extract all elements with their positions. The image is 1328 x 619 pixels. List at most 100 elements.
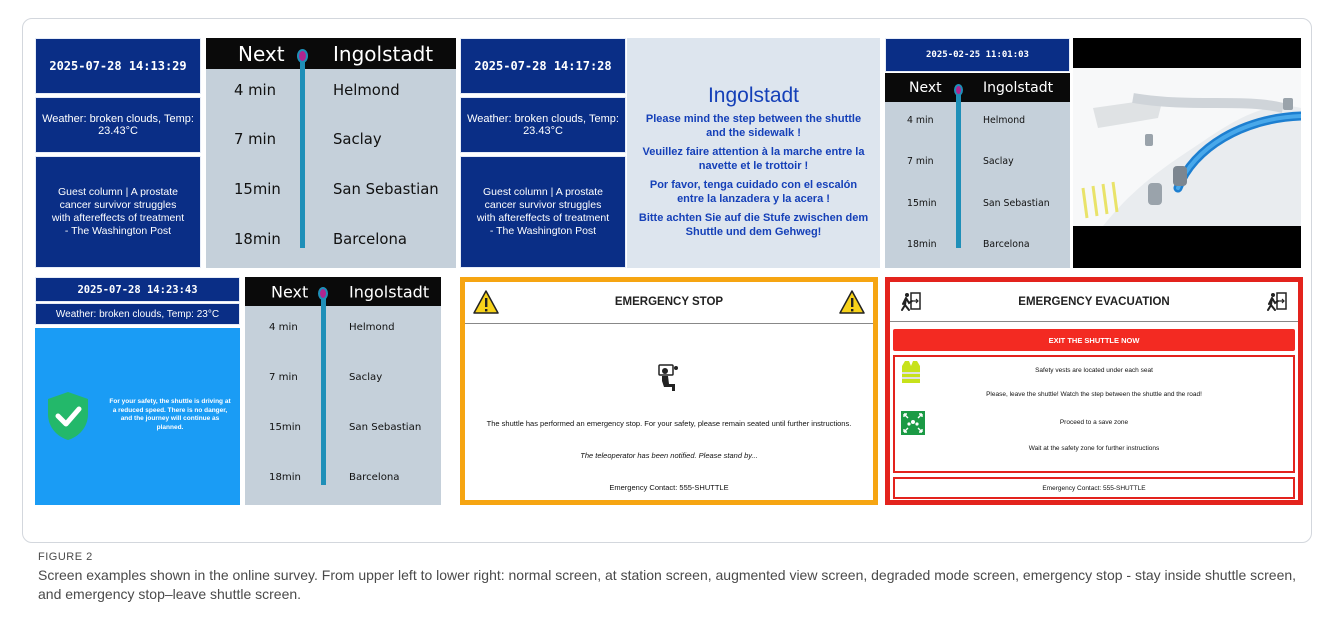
- emergency-contact: Emergency Contact: 555-SHUTTLE: [1042, 484, 1146, 492]
- leave-shuttle-text: Please, leave the shuttle! Watch the ste…: [986, 391, 1202, 398]
- stop-eta: 15min: [234, 181, 281, 199]
- stop-name: San Sebastian: [983, 197, 1050, 209]
- emergency-exit-icon: [1267, 292, 1287, 311]
- stop-row: 4 min Helmond: [245, 322, 441, 339]
- stop-eta: 7 min: [234, 131, 277, 149]
- station-message: Ingolstadt Please mind the step between …: [627, 38, 880, 268]
- message-en: Please mind the step between the shuttle…: [645, 113, 862, 139]
- stop-name: Saclay: [983, 156, 1014, 168]
- timeline-header: Next Ingolstadt: [245, 277, 441, 306]
- stop-row: 4 min Helmond: [206, 82, 456, 107]
- estop-header: EMERGENCY STOP: [465, 282, 873, 324]
- route-timeline: Next Ingolstadt 4 min Helmond 7 min Saclay 15m…: [245, 277, 441, 505]
- weather-info: Weather: broken clouds, Temp: 23°C: [35, 303, 240, 325]
- stop-row: 18min Barcelona: [885, 239, 1070, 255]
- route-timeline: Next Ingolstadt 4 min Helmond 7 min Saclay 15m…: [206, 38, 456, 268]
- camera-view: [1073, 38, 1301, 268]
- stop-row: 18min Barcelona: [245, 472, 441, 489]
- stop-name: Helmond: [333, 81, 400, 99]
- next-label: Next: [238, 41, 285, 66]
- stop-name: Saclay: [333, 131, 382, 149]
- stop-eta: 4 min: [907, 114, 934, 126]
- timeline-header: Next Ingolstadt: [885, 73, 1070, 102]
- stop-row: 18min Barcelona: [206, 231, 456, 256]
- date-time: 2025-07-28 14:23:43: [35, 277, 240, 302]
- figure-caption: FIGURE 2 Screen examples shown in the on…: [38, 551, 1298, 604]
- teleoperator-message: The teleoperator has been notified. Plea…: [580, 451, 758, 460]
- station-screen: 2025-07-28 14:17:28 Weather: broken clou…: [460, 38, 880, 268]
- stop-row: 15min San Sebastian: [885, 198, 1070, 214]
- destination-label: Ingolstadt: [349, 282, 430, 301]
- stop-eta: 15min: [269, 421, 301, 433]
- current-position-dot: [318, 287, 328, 300]
- stop-row: 15min San Sebastian: [245, 422, 441, 439]
- caption-text: Screen examples shown in the online surv…: [38, 567, 1297, 602]
- stop-name: Helmond: [349, 322, 395, 334]
- route-timeline: Next Ingolstadt 4 min Helmond 7 min Saclay 15m…: [885, 73, 1070, 268]
- timeline-header: Next Ingolstadt: [206, 38, 456, 69]
- destination-label: Ingolstadt: [333, 41, 434, 66]
- stop-eta: 18min: [269, 471, 301, 483]
- message-es: Por favor, tenga cuidado con el escalón …: [649, 179, 858, 205]
- emergency-stop-screen: EMERGENCY STOP The shuttle has performed…: [460, 277, 878, 505]
- contact-box: Emergency Contact: 555-SHUTTLE: [893, 477, 1295, 499]
- augmented-screen: 2025-02-25 11:01:03 Next Ingolstadt 4 min H…: [885, 38, 1301, 268]
- normal-screen: 2025-07-28 14:13:29 Weather: broken clou…: [35, 38, 456, 268]
- stop-eta: 4 min: [234, 81, 277, 99]
- stop-name: San Sebastian: [349, 421, 422, 433]
- figure-frame: 2025-07-28 14:13:29 Weather: broken clou…: [22, 18, 1312, 543]
- news-ticker: Guest column | A prostate cancer survivo…: [460, 156, 626, 268]
- stop-eta: 7 min: [269, 372, 298, 384]
- stop-name: Barcelona: [349, 471, 400, 483]
- stop-name: San Sebastian: [333, 181, 439, 199]
- date-time: 2025-07-28 14:17:28: [460, 38, 626, 94]
- current-position-dot: [953, 83, 963, 96]
- destination-label: Ingolstadt: [983, 79, 1054, 96]
- stop-eta: 18min: [907, 239, 937, 251]
- evac-title: EMERGENCY EVACUATION: [1018, 296, 1170, 308]
- stop-name: Barcelona: [983, 239, 1030, 251]
- message-fr: Veuillez faire attention à la marche ent…: [642, 146, 865, 172]
- stop-row: 7 min Saclay: [885, 156, 1070, 172]
- weather-info: Weather: broken clouds, Temp: 23.43°C: [460, 97, 626, 153]
- stop-eta: 18min: [234, 230, 281, 248]
- stop-row: 7 min Saclay: [245, 372, 441, 389]
- degraded-screen: 2025-07-28 14:23:43 Weather: broken clou…: [35, 277, 441, 505]
- weather-info: Weather: broken clouds, Temp: 23.43°C: [35, 97, 201, 153]
- stop-dot: [245, 305, 257, 319]
- next-label: Next: [271, 282, 309, 301]
- stop-row: 7 min Saclay: [206, 131, 456, 156]
- next-label: Next: [909, 79, 942, 96]
- safe-zone-text: Proceed to a save zone: [1059, 419, 1129, 426]
- emergency-contact: Emergency Contact: 555-SHUTTLE: [609, 483, 729, 492]
- evac-header: EMERGENCY EVACUATION: [890, 282, 1298, 322]
- stop-row: 4 min Helmond: [885, 115, 1070, 131]
- stop-eta: 4 min: [269, 322, 298, 334]
- safety-message-box: For your safety, the shuttle is driving …: [35, 328, 240, 505]
- stop-name: Helmond: [983, 114, 1026, 126]
- exit-shuttle-banner: EXIT THE SHUTTLE NOW: [893, 329, 1295, 351]
- augmented-road-image: [1073, 38, 1301, 268]
- emergency-evacuation-screen: EMERGENCY EVACUATION EXIT THE SHUTTLE NO…: [885, 277, 1303, 505]
- current-position-dot: [296, 48, 308, 63]
- vest-location-text: Safety vests are located under each seat: [1035, 367, 1153, 374]
- warning-icon: [839, 290, 865, 314]
- estop-title: EMERGENCY STOP: [614, 296, 724, 308]
- stop-eta: 7 min: [907, 156, 934, 168]
- shield-check-icon: [48, 392, 88, 440]
- news-ticker: Guest column | A prostate cancer survivo…: [35, 156, 201, 268]
- stop-name: Saclay: [349, 372, 383, 384]
- date-time: 2025-02-25 11:01:03: [885, 38, 1070, 72]
- seated-passenger-icon: [658, 364, 678, 391]
- instructions-box: Safety vests are located under each seat…: [893, 355, 1295, 473]
- date-time: 2025-07-28 14:13:29: [35, 38, 201, 94]
- message-de: Bitte achten Sie auf die Stufe zwischen …: [638, 212, 869, 238]
- figure-label: FIGURE 2: [38, 551, 93, 563]
- stop-row: 15min San Sebastian: [206, 181, 456, 206]
- station-title: Ingolstadt: [707, 84, 800, 107]
- wait-text: Wait at the safety zone for further inst…: [1028, 445, 1160, 452]
- safety-message: For your safety, the shuttle is driving …: [109, 398, 231, 431]
- stop-eta: 15min: [907, 197, 937, 209]
- stop-name: Barcelona: [333, 230, 407, 248]
- estop-message: The shuttle has performed an emergency s…: [486, 419, 852, 428]
